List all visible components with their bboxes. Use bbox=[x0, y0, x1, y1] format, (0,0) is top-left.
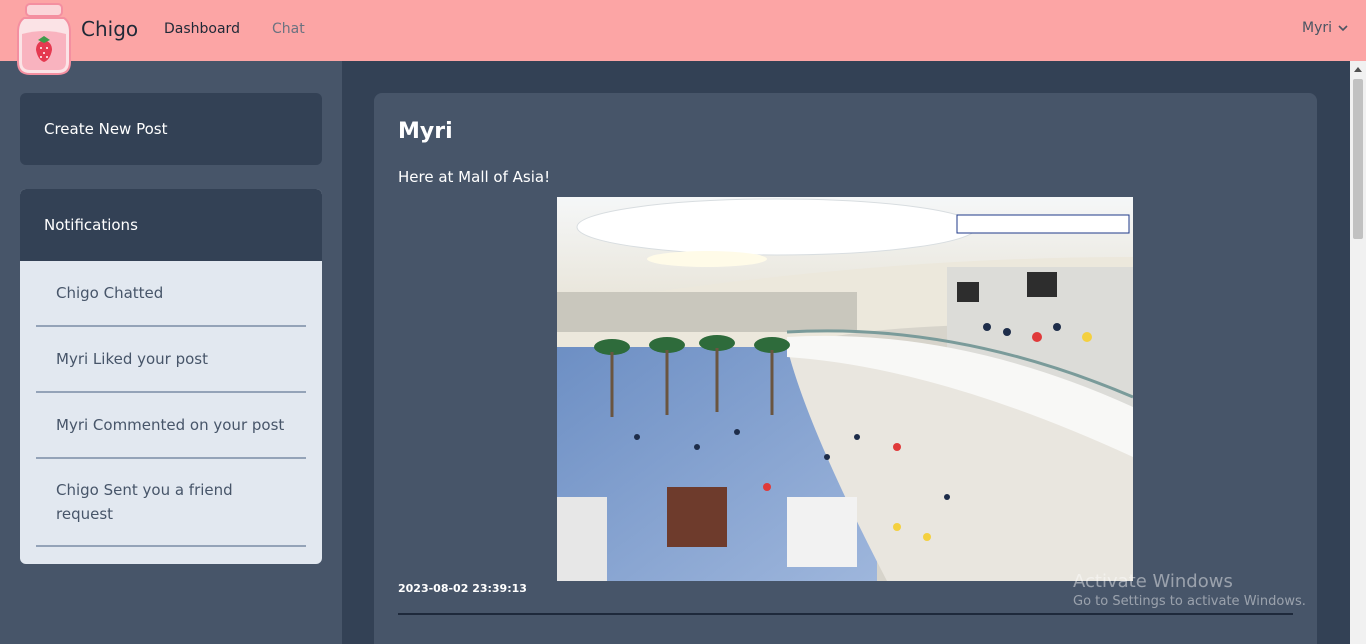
scrollbar-thumb[interactable] bbox=[1353, 79, 1363, 239]
notification-item[interactable]: Myri Liked your post bbox=[36, 327, 306, 393]
post-photo-mall-interior[interactable] bbox=[557, 197, 1133, 581]
post-divider bbox=[398, 613, 1293, 615]
windows-activation-watermark: Activate Windows Go to Settings to activ… bbox=[1073, 571, 1306, 609]
post-card: Myri Here at Mall of Asia! 2023-08-02 23… bbox=[374, 93, 1317, 644]
watermark-title: Activate Windows bbox=[1073, 571, 1233, 592]
watermark-subtitle: Go to Settings to activate Windows. bbox=[1073, 594, 1306, 609]
create-new-post-button[interactable]: Create New Post bbox=[20, 93, 322, 165]
main-feed: Myri Here at Mall of Asia! 2023-08-02 23… bbox=[342, 61, 1350, 644]
notifications-title: Notifications bbox=[20, 189, 322, 261]
post-author[interactable]: Myri bbox=[398, 119, 453, 144]
notification-item[interactable]: Myri Commented on your post bbox=[36, 393, 306, 459]
notification-item[interactable]: Chigo Chatted bbox=[36, 261, 306, 327]
nav-chat-link[interactable]: Chat bbox=[272, 21, 305, 37]
page-scrollbar[interactable] bbox=[1350, 61, 1366, 644]
notifications-list: Chigo Chatted Myri Liked your post Myri … bbox=[20, 261, 322, 547]
post-timestamp: 2023-08-02 23:39:13 bbox=[398, 582, 527, 595]
brand-name[interactable]: Chigo bbox=[81, 17, 138, 41]
user-menu[interactable]: Myri bbox=[1302, 20, 1348, 36]
post-body: Here at Mall of Asia! bbox=[398, 168, 551, 186]
chevron-down-icon bbox=[1338, 25, 1348, 32]
top-navbar: Chigo Dashboard Chat Myri bbox=[0, 0, 1366, 75]
notification-item[interactable]: Chigo Sent you a friend request bbox=[36, 459, 306, 547]
nav-dashboard-link[interactable]: Dashboard bbox=[164, 21, 240, 37]
sidebar: Create New Post Notifications Chigo Chat… bbox=[0, 61, 342, 644]
user-name: Myri bbox=[1301, 20, 1332, 36]
scroll-up-arrow-icon[interactable] bbox=[1350, 61, 1366, 77]
strawberry-milk-jar-logo[interactable] bbox=[14, 2, 74, 78]
notifications-panel: Notifications Chigo Chatted Myri Liked y… bbox=[20, 189, 322, 564]
